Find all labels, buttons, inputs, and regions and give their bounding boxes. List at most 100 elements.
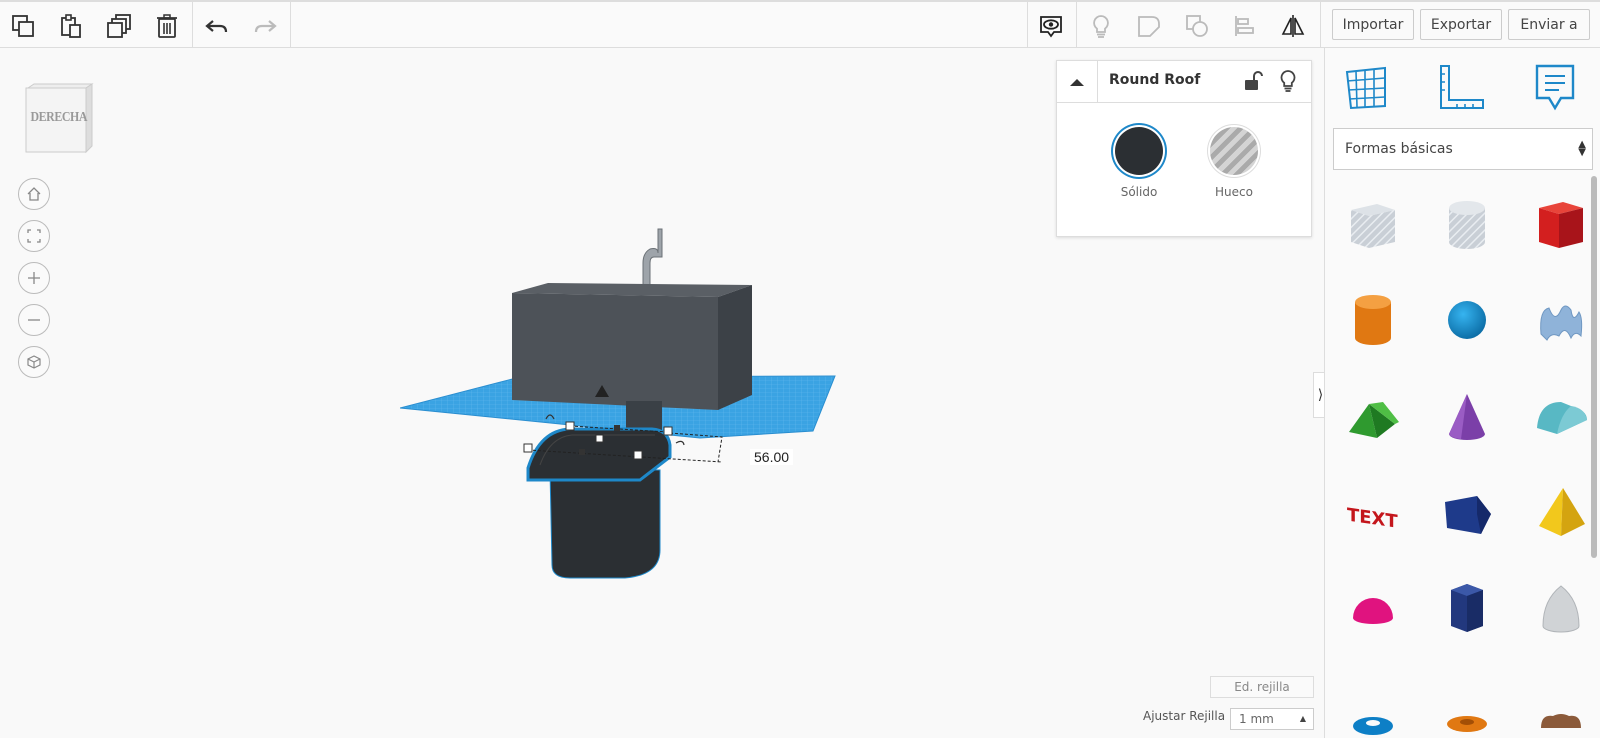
- align-button[interactable]: [1222, 4, 1268, 48]
- resize-handle[interactable]: [579, 449, 585, 455]
- rotate-icon[interactable]: [675, 440, 685, 446]
- shape-torus[interactable]: [1341, 668, 1405, 738]
- shape-heart[interactable]: [1529, 668, 1593, 738]
- paste-button[interactable]: [48, 4, 94, 48]
- ruler-icon[interactable]: [1435, 62, 1487, 114]
- fit-view-button[interactable]: [18, 220, 50, 252]
- hint-button[interactable]: [1078, 4, 1124, 48]
- shape-cylinder-hole[interactable]: [1435, 188, 1499, 260]
- stand-column[interactable]: [626, 401, 662, 431]
- zoom-out-button[interactable]: [18, 304, 50, 336]
- mirror-icon: [1281, 15, 1305, 37]
- send-to-button[interactable]: Enviar a: [1508, 9, 1590, 40]
- shape-pyramid[interactable]: [1529, 476, 1593, 548]
- paste-icon: [61, 14, 81, 38]
- shape-inspector: Round Roof Sólido Hueco: [1056, 60, 1312, 237]
- import-button[interactable]: Importar: [1332, 9, 1414, 40]
- redo-button[interactable]: [242, 4, 288, 48]
- caret-up-icon: [1070, 78, 1084, 86]
- shape-text[interactable]: TEXT: [1341, 476, 1405, 548]
- tube-icon: [1447, 716, 1487, 732]
- toolbar-divider: [192, 2, 193, 48]
- cabinet-shape[interactable]: [549, 469, 661, 579]
- shape-tube[interactable]: [1435, 668, 1499, 738]
- shape-category-select[interactable]: Formas básicas ▲ ▼: [1333, 128, 1593, 170]
- polygon-icon: [1445, 496, 1491, 534]
- ungroup-button[interactable]: [1174, 4, 1220, 48]
- select-caret-icon: ▲ ▼: [1578, 139, 1586, 158]
- shape-cone[interactable]: [1435, 380, 1499, 452]
- hole-swatch[interactable]: [1210, 127, 1258, 175]
- lightbulb-icon[interactable]: [1277, 69, 1299, 93]
- export-button[interactable]: Exportar: [1420, 9, 1502, 40]
- home-icon: [27, 187, 41, 201]
- shape-sphere[interactable]: [1435, 284, 1499, 356]
- snap-grid-select[interactable]: 1 mm ▲: [1230, 708, 1314, 730]
- sink-box-front[interactable]: [512, 293, 718, 410]
- paraboloid-icon: [1542, 585, 1580, 633]
- resize-handle[interactable]: [565, 421, 575, 431]
- cylinder-hole-icon: [1449, 201, 1485, 249]
- shape-polygon[interactable]: [1435, 476, 1499, 548]
- resize-handle[interactable]: [614, 425, 620, 431]
- show-all-button[interactable]: [1028, 4, 1074, 48]
- resize-handle[interactable]: [633, 450, 643, 460]
- copy-button[interactable]: [0, 4, 46, 48]
- cone-icon: [1449, 394, 1485, 440]
- align-icon: [1235, 16, 1254, 36]
- view-cube-label: DERECHA: [30, 110, 88, 125]
- duplicate-icon: [107, 14, 131, 38]
- duplicate-button[interactable]: [96, 4, 142, 48]
- view-cube[interactable]: DERECHA: [22, 82, 96, 156]
- resize-handle[interactable]: [595, 434, 604, 443]
- chevron-right-icon: ⟩: [1317, 387, 1324, 403]
- solid-label: Sólido: [1120, 185, 1158, 199]
- box-icon: [1539, 202, 1583, 248]
- notes-icon[interactable]: [1529, 62, 1581, 114]
- eye-speech-icon: [1040, 16, 1062, 38]
- unlock-icon[interactable]: [1242, 70, 1264, 92]
- toolbar-divider: [1320, 2, 1321, 48]
- shapes-scrollbar[interactable]: [1591, 176, 1597, 558]
- ungroup-icon: [1186, 15, 1208, 37]
- shape-hexagonal-prism[interactable]: [1435, 572, 1499, 644]
- shape-cylinder[interactable]: [1341, 284, 1405, 356]
- grid-workplane-icon[interactable]: [1341, 62, 1393, 114]
- delete-button[interactable]: [144, 4, 190, 48]
- toolbar-divider: [1076, 2, 1077, 48]
- shape-half-sphere[interactable]: [1341, 572, 1405, 644]
- shape-round-roof[interactable]: [1529, 380, 1593, 452]
- group-button[interactable]: [1126, 4, 1172, 48]
- half-sphere-icon: [1353, 598, 1393, 624]
- heart-icon: [1541, 714, 1581, 728]
- resize-handle[interactable]: [523, 443, 533, 453]
- resize-handle[interactable]: [663, 426, 673, 436]
- shape-paraboloid[interactable]: [1529, 572, 1593, 644]
- hole-label: Hueco: [1215, 185, 1253, 199]
- edit-grid-button[interactable]: Ed. rejilla: [1210, 676, 1314, 698]
- caret-up-icon: ▲: [1299, 714, 1306, 723]
- shape-category-value: Formas básicas: [1345, 141, 1453, 157]
- shape-name[interactable]: Round Roof: [1109, 72, 1200, 88]
- svg-text:TEXT: TEXT: [1347, 505, 1398, 533]
- zoom-in-button[interactable]: [18, 262, 50, 294]
- faucet-shape[interactable]: [642, 228, 663, 288]
- perspective-button[interactable]: [18, 346, 50, 378]
- dimension-value[interactable]: 56.00: [750, 449, 794, 465]
- mirror-button[interactable]: [1270, 4, 1316, 48]
- trash-icon: [157, 14, 177, 38]
- sink-box-side[interactable]: [718, 285, 752, 410]
- undo-button[interactable]: [194, 4, 240, 48]
- shape-box[interactable]: [1529, 188, 1593, 260]
- hexagonal-prism-icon: [1451, 584, 1483, 632]
- shape-scribble[interactable]: [1529, 284, 1593, 356]
- inspector-header: Round Roof: [1057, 61, 1311, 103]
- solid-color-swatch[interactable]: [1115, 127, 1163, 175]
- home-view-button[interactable]: [18, 178, 50, 210]
- shape-box-hole[interactable]: [1341, 188, 1405, 260]
- collapse-inspector-button[interactable]: [1057, 61, 1098, 102]
- shapes-panel: Formas básicas ▲ ▼ TEXT: [1324, 48, 1600, 738]
- shape-roof[interactable]: [1341, 380, 1405, 452]
- lightbulb-icon: [1093, 15, 1109, 38]
- workplane-scene[interactable]: [400, 225, 860, 595]
